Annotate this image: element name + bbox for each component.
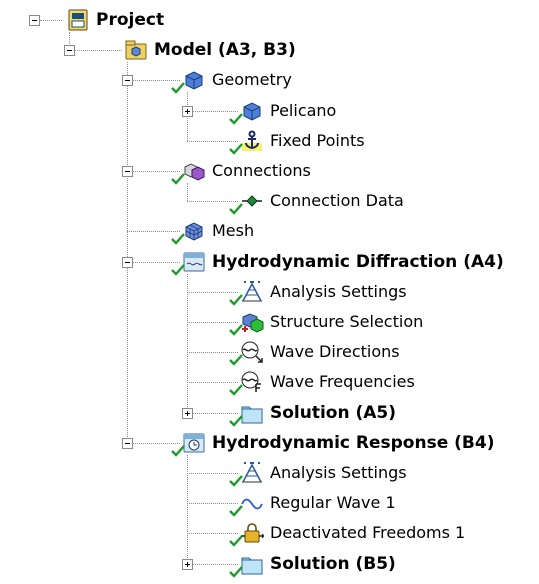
response-icon bbox=[183, 433, 205, 453]
tree-connector-line bbox=[187, 140, 238, 142]
tree-connector-line bbox=[187, 273, 188, 413]
expand-toggle[interactable] bbox=[182, 407, 193, 419]
connection-data-icon bbox=[242, 195, 262, 207]
check-status-icon bbox=[229, 505, 243, 517]
tree-connector-line bbox=[127, 231, 180, 233]
check-status-icon bbox=[229, 354, 243, 366]
tree-connector-line bbox=[187, 183, 188, 202]
project-icon bbox=[68, 9, 88, 31]
check-status-icon bbox=[229, 414, 243, 427]
collapse-toggle[interactable] bbox=[122, 75, 133, 87]
check-status-icon bbox=[229, 475, 243, 487]
tree-connector-line bbox=[127, 261, 180, 263]
check-status-icon bbox=[229, 112, 243, 125]
solution-folder-icon bbox=[241, 557, 263, 575]
check-status-icon bbox=[229, 384, 243, 397]
collapse-toggle[interactable] bbox=[64, 45, 75, 57]
tree-connector-line bbox=[187, 110, 238, 112]
tree-connector-line bbox=[127, 62, 128, 443]
tree-item-label: Connections bbox=[212, 161, 311, 180]
check-status-icon bbox=[229, 142, 243, 155]
tree-item-label: Deactivated Freedoms 1 bbox=[270, 523, 466, 543]
tree-item-label: Model (A3, B3) bbox=[154, 40, 296, 61]
tree-item-label: Hydrodynamic Response (B4) bbox=[212, 432, 495, 453]
tree-connector-line bbox=[187, 291, 238, 293]
expand-toggle[interactable] bbox=[182, 105, 193, 117]
structure-selection-icon bbox=[242, 313, 264, 333]
check-status-icon bbox=[229, 535, 243, 548]
check-status-icon bbox=[229, 565, 243, 578]
wave-frequencies-icon bbox=[241, 371, 261, 393]
diffraction-icon bbox=[183, 252, 205, 272]
lock-icon bbox=[241, 523, 264, 543]
mesh-icon bbox=[185, 222, 203, 241]
project-tree: Project Model (A3, B3) Geometry Pelicano Fix… bbox=[0, 0, 539, 584]
tree-connector-line bbox=[187, 473, 238, 474]
tree-connector-line bbox=[187, 563, 238, 565]
tree-item-label: Connection Data bbox=[270, 191, 404, 211]
tree-connector-line bbox=[187, 382, 238, 384]
check-status-icon bbox=[171, 233, 185, 246]
tree-connector-line bbox=[127, 171, 180, 172]
tree-connector-line bbox=[187, 412, 238, 414]
tree-item-label: Structure Selection bbox=[270, 312, 424, 331]
tree-connector-line bbox=[187, 352, 238, 354]
collapse-toggle[interactable] bbox=[29, 15, 40, 26]
tree-item-label: Solution (A5) bbox=[270, 402, 397, 423]
model-icon bbox=[125, 40, 147, 60]
check-status-icon bbox=[171, 173, 185, 185]
tree-connector-line bbox=[187, 322, 238, 323]
tree-connector-line bbox=[40, 20, 62, 21]
check-status-icon bbox=[229, 324, 243, 336]
geometry-body-icon bbox=[243, 102, 261, 121]
tree-connector-line bbox=[187, 533, 238, 535]
collapse-toggle[interactable] bbox=[122, 256, 133, 268]
tree-connector-line bbox=[127, 80, 180, 82]
tree-item-label: Fixed Points bbox=[270, 130, 365, 150]
check-status-icon bbox=[171, 82, 185, 95]
check-status-icon bbox=[229, 293, 243, 306]
connections-icon bbox=[184, 163, 205, 181]
collapse-toggle[interactable] bbox=[122, 166, 133, 177]
tree-item-label: Solution (B5) bbox=[270, 553, 396, 574]
tree-item-label: Wave Frequencies bbox=[270, 372, 415, 392]
tree-item-label: Analysis Settings bbox=[270, 281, 407, 301]
solution-folder-icon bbox=[241, 406, 263, 424]
tree-item-label: Regular Wave 1 bbox=[270, 493, 396, 513]
tree-connector-line bbox=[69, 50, 122, 52]
check-status-icon bbox=[171, 444, 185, 457]
anchor-icon bbox=[242, 130, 262, 151]
check-status-icon bbox=[229, 203, 243, 215]
check-status-icon bbox=[171, 263, 185, 276]
collapse-toggle[interactable] bbox=[122, 437, 133, 449]
tree-item-label: Project bbox=[96, 10, 165, 30]
tree-connector-line bbox=[187, 454, 188, 564]
wave-directions-icon bbox=[241, 341, 263, 363]
tree-item-label: Wave Directions bbox=[270, 342, 400, 362]
tree-connector-line bbox=[127, 442, 180, 444]
tree-connector-line bbox=[187, 503, 238, 505]
geometry-icon bbox=[185, 71, 203, 90]
tree-item-label: Geometry bbox=[212, 70, 292, 90]
tree-item-label: Hydrodynamic Diffraction (A4) bbox=[212, 251, 504, 272]
analysis-settings-icon bbox=[242, 280, 262, 302]
regular-wave-icon bbox=[241, 498, 263, 510]
expand-toggle[interactable] bbox=[182, 558, 193, 570]
tree-item-label: Mesh bbox=[212, 221, 255, 241]
tree-item-label: Pelicano bbox=[270, 100, 337, 120]
tree-item-label: Analysis Settings bbox=[270, 463, 407, 482]
tree-connector-line bbox=[187, 201, 238, 203]
analysis-settings-icon bbox=[242, 462, 262, 483]
